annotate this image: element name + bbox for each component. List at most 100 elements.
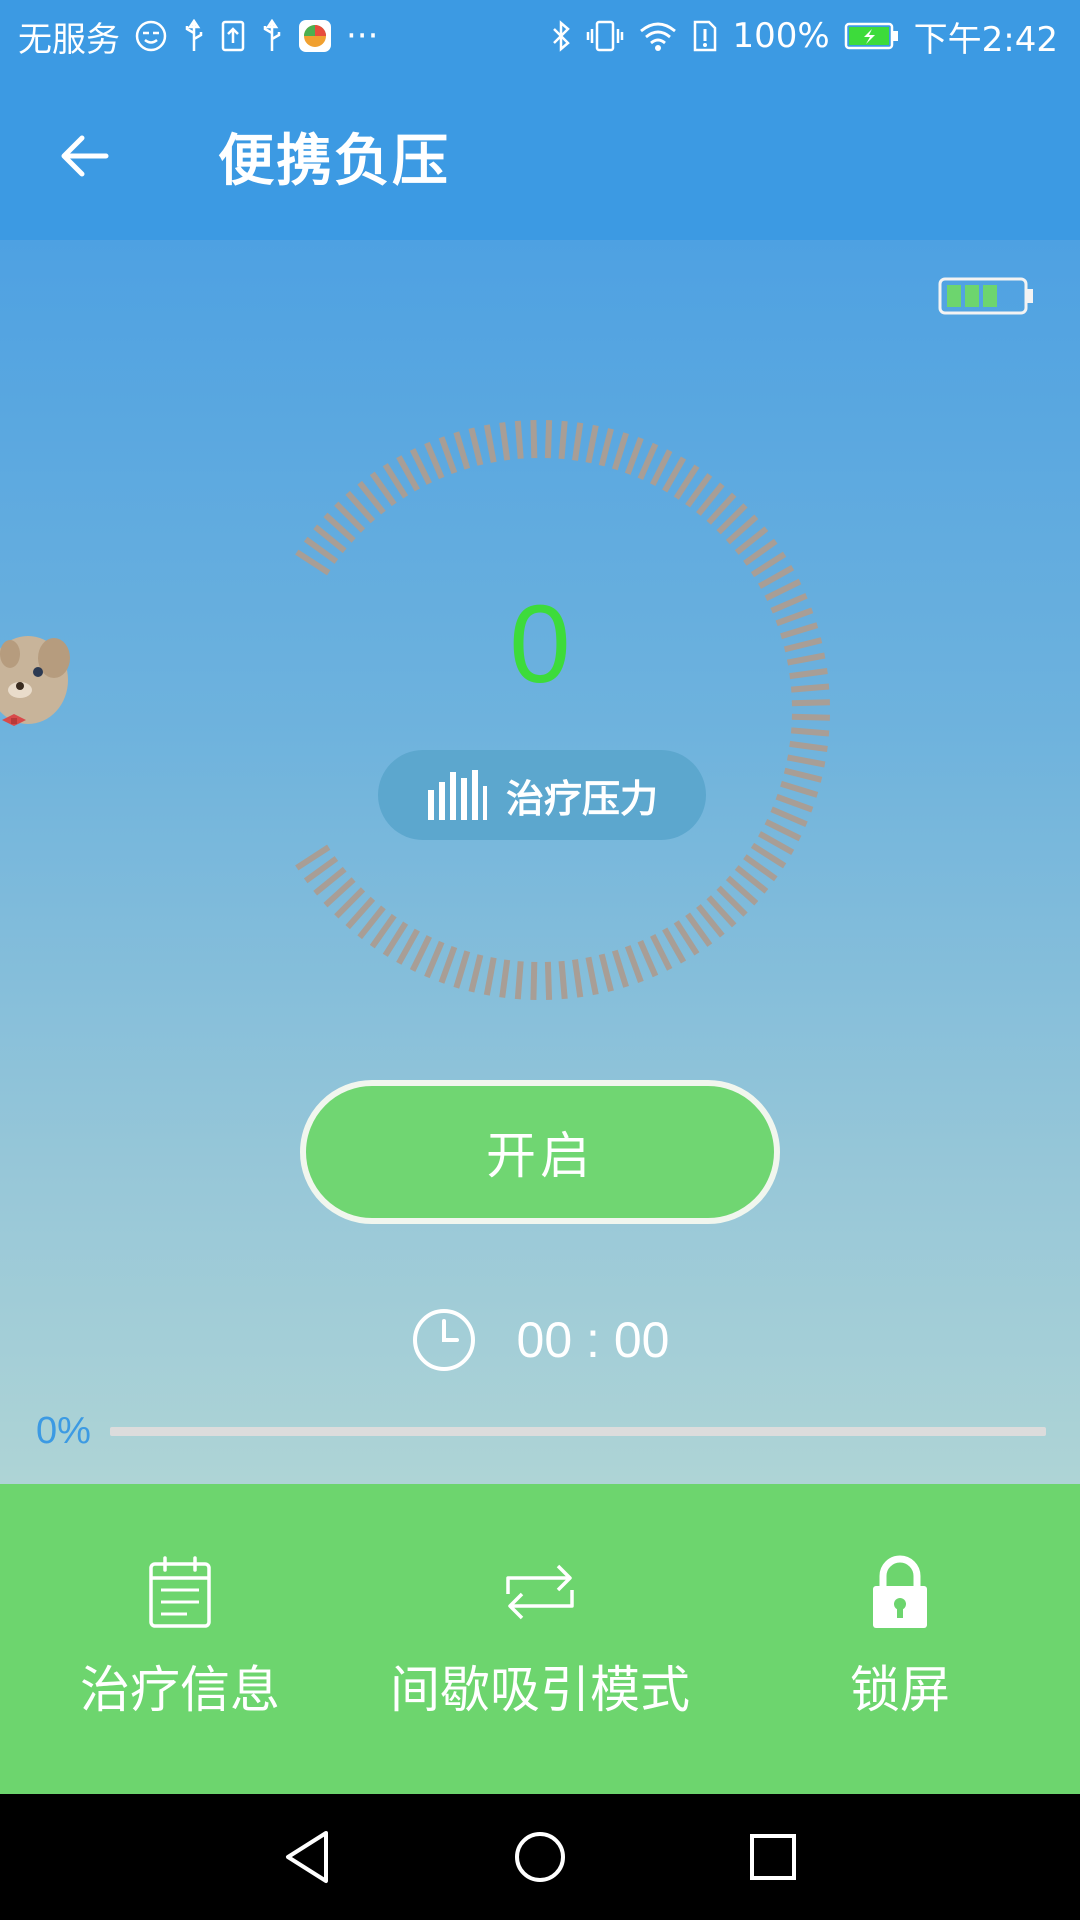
bluetooth-icon [550,19,572,53]
gauge-tick [544,420,553,459]
gauge-tick [585,956,599,996]
gauge-tick [770,806,808,828]
square-recent-icon [750,1834,797,1880]
gauge-tick [791,713,830,721]
gauge-tick [453,950,471,989]
gauge-tick [514,961,524,1000]
gauge-tick [483,957,497,996]
app-bar: 便携负压 [0,72,1080,240]
gauge-tick [650,449,673,486]
nav-recent-button[interactable] [723,1807,823,1907]
status-bar: 无服务 ··· 100% 下午2:42 [0,0,1080,72]
calendar-icon [149,1556,211,1628]
battery-cell [947,285,961,307]
battery-cell [983,285,997,307]
pressure-label: 治疗压力 [505,776,658,821]
gauge-tick [558,960,568,1000]
lock-icon [873,1555,927,1628]
clock-text: 下午2:42 [913,19,1058,60]
battery-percent: 100% [732,16,830,56]
upload-icon [220,19,246,53]
usb-icon [260,19,284,53]
gauge-tick [637,442,659,481]
gauge-tick [409,935,432,972]
gauge-tick [598,428,614,467]
gauge-tick [438,945,458,984]
back-button[interactable] [34,106,134,206]
gauge-tick [789,740,828,752]
gauge-tick [624,945,644,983]
gauge-tick [453,431,471,470]
tab-intermittent-mode[interactable]: 间歇吸引模式 [360,1484,720,1794]
gauge-tick [572,422,584,461]
gauge-tick [786,754,826,768]
sim-alert-icon [692,19,718,53]
progress-track [110,1426,1046,1436]
gauge-tick [424,940,445,979]
gauge-tick [775,793,814,813]
progress-label: 0% [36,1409,91,1452]
circle-home-icon [514,1832,565,1882]
tab-label: 间歇吸引模式 [390,1661,690,1719]
gauge-tick [530,420,538,459]
device-battery-icon [938,274,1036,322]
gauge-tick [544,961,553,1000]
system-nav-bar [0,1794,1080,1920]
bottom-action-bar: 治疗信息 间歇吸引模式 锁屏 [0,1484,1080,1794]
gauge-tick [424,441,445,480]
gauge-tick [499,959,511,998]
nav-back-button[interactable] [257,1807,357,1907]
clock-icon [412,1309,475,1371]
battery-charging-icon [844,21,900,51]
app-icon [298,19,332,53]
pressure-value: 0 [509,583,571,706]
tab-label: 锁屏 [850,1661,950,1719]
tab-lock-screen[interactable]: 锁屏 [720,1484,1080,1794]
timer-value: 00 : 00 [516,1312,670,1368]
gauge-tick [611,432,629,471]
page-title: 便携负压 [218,128,450,194]
arrow-left-icon [61,135,109,177]
gauge-tick [783,767,823,783]
pressure-label-pill: 治疗压力 [378,750,706,840]
start-button[interactable]: 开启 [300,1080,780,1224]
status-right: 100% 下午2:42 [550,12,1058,61]
battery-cell [965,285,979,307]
timer: 00 : 00 [0,1300,1080,1380]
gauge-tick [514,420,524,459]
gauge-tick [585,424,599,464]
main-content: 0 治疗压力 开启 00 : 00 0% [0,240,1080,1484]
usb-icon [182,19,206,53]
gauge-tick [611,949,629,988]
gauge-tick [468,954,484,993]
gauge-tick [637,939,659,978]
gauge-tick [483,424,497,463]
smiley-icon [134,19,168,53]
gauge-tick [598,953,614,992]
gauge-tick [558,420,568,460]
gauge-tick [572,959,584,998]
bars-icon [427,770,487,820]
gauge-tick [624,437,644,475]
triangle-back-icon [285,1831,328,1883]
progress-row: 0% [36,1406,1046,1456]
gauge-tick [468,427,484,466]
more-indicator: ··· [346,16,379,56]
gauge-tick [438,436,458,475]
gauge-tick [791,699,830,707]
tab-label: 治疗信息 [80,1661,280,1719]
gauge-tick [764,819,802,842]
tab-treatment-info[interactable]: 治疗信息 [0,1484,360,1794]
gauge-tick [530,961,538,1000]
gauge-tick [650,934,673,971]
vibrate-icon [586,19,624,53]
status-left: 无服务 ··· [18,12,378,61]
repeat-icon [506,1564,574,1620]
pressure-gauge [295,420,830,1000]
nav-home-button[interactable] [490,1807,590,1907]
wifi-icon [638,19,678,53]
gauge-tick [499,422,511,461]
gauge-tick [780,780,819,798]
gauge-tick [409,448,432,485]
carrier-text: 无服务 [18,19,120,60]
